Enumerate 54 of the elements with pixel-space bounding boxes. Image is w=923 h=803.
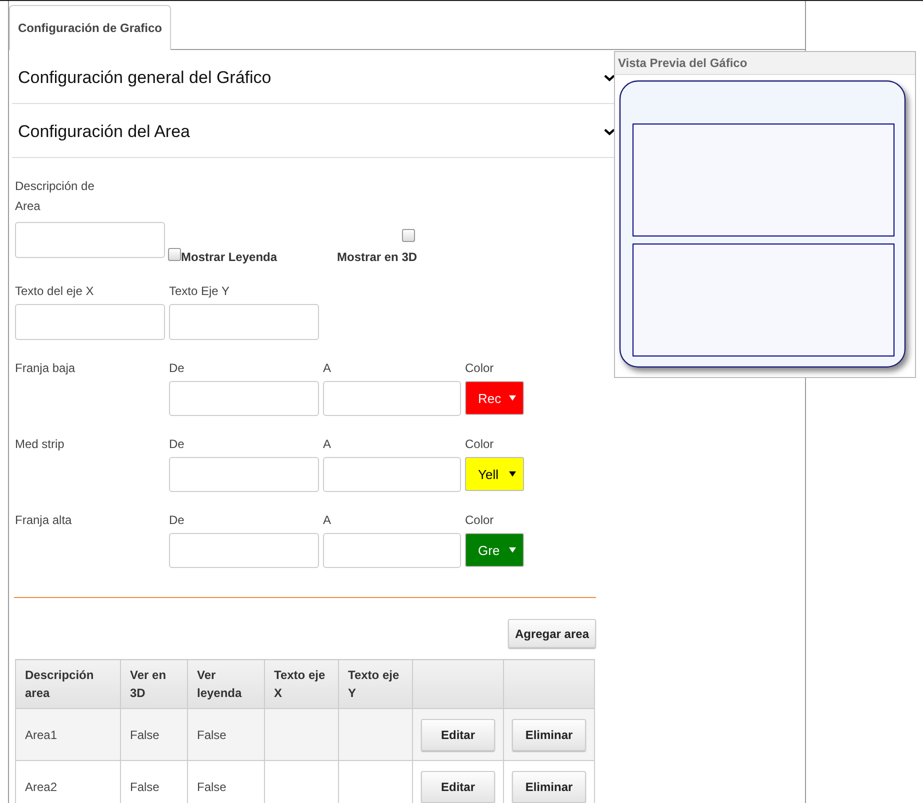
field-label: Color xyxy=(465,436,495,452)
field-label: De xyxy=(169,360,186,376)
column-header: Texto eje Y xyxy=(338,660,412,708)
input-field[interactable] xyxy=(323,381,461,416)
field-label: De xyxy=(169,512,186,528)
field-label: Color xyxy=(465,512,495,528)
action-button[interactable]: Eliminar xyxy=(512,770,586,802)
field-label: Color xyxy=(465,360,495,376)
color-select[interactable]: Rec xyxy=(465,381,524,415)
add-area-button[interactable]: Agregar area xyxy=(508,619,596,648)
field-label: Franja alta xyxy=(15,512,73,528)
checkbox-label: Mostrar en 3D xyxy=(337,250,418,264)
color-select[interactable]: Gre xyxy=(465,533,524,567)
action-button[interactable]: Eliminar xyxy=(512,718,586,750)
table-cell: False xyxy=(120,708,188,760)
color-select[interactable]: Yell xyxy=(465,457,524,491)
table-cell: False xyxy=(188,708,264,760)
checkbox-label: Mostrar Leyenda xyxy=(181,250,278,264)
column-header: Descripción area xyxy=(16,660,120,708)
panel-title: Vista Previa del Gáfico xyxy=(615,52,915,75)
field-label: A xyxy=(323,512,332,528)
field-label: Franja baja xyxy=(15,360,76,376)
dropdown-arrow-icon xyxy=(509,395,516,401)
tab[interactable]: Configuración de Grafico xyxy=(9,5,171,50)
input-field[interactable] xyxy=(323,533,461,568)
field-label: A xyxy=(323,360,332,376)
dropdown-arrow-icon xyxy=(509,547,516,553)
table-cell: False xyxy=(188,760,264,803)
action-button[interactable]: Editar xyxy=(421,770,495,802)
field-label: Med strip xyxy=(15,436,66,452)
table-cell: Area1 xyxy=(16,708,120,760)
field-label: Texto Eje Y xyxy=(169,283,230,299)
input-field[interactable] xyxy=(169,533,319,568)
checkbox[interactable] xyxy=(402,229,416,242)
chevron-down-icon xyxy=(604,74,615,82)
chevron-down-icon xyxy=(604,128,615,136)
table-cell: False xyxy=(120,760,188,803)
input-field[interactable] xyxy=(15,304,165,340)
column-header: Texto eje X xyxy=(264,660,338,708)
field-label: De xyxy=(169,436,186,452)
field-label: Texto del eje X xyxy=(15,283,95,299)
input-field[interactable] xyxy=(169,381,319,416)
checkbox[interactable] xyxy=(168,248,181,261)
input-field[interactable] xyxy=(323,457,461,492)
action-button[interactable]: Editar xyxy=(421,718,495,750)
input-field[interactable] xyxy=(169,304,319,340)
input-field[interactable] xyxy=(169,457,319,492)
field-label: Descripción de Area xyxy=(15,178,96,215)
column-header: Ver en 3D xyxy=(120,660,188,708)
field-label: A xyxy=(323,436,332,452)
column-header: Ver leyenda xyxy=(188,660,264,708)
dropdown-arrow-icon xyxy=(509,471,516,477)
table-cell: Area2 xyxy=(16,760,120,803)
input-field[interactable] xyxy=(15,222,165,258)
